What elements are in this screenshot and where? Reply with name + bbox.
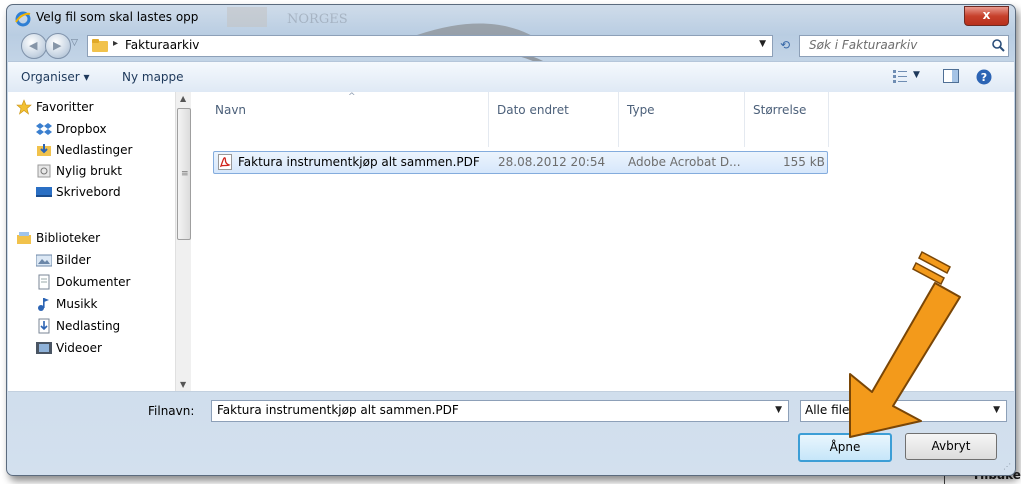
command-bar: Organiser ▾ Ny mappe ▼ ?	[8, 61, 1014, 93]
help-icon[interactable]: ?	[976, 69, 992, 85]
nav-item-nedlastinger[interactable]: Nedlastinger	[37, 140, 133, 160]
view-dropdown-icon[interactable]: ▼	[913, 70, 920, 80]
filename-dropdown-icon[interactable]: ▼	[775, 405, 782, 415]
history-dropdown-icon[interactable]: ▽	[71, 38, 78, 48]
file-row[interactable]: Faktura instrumentkjøp alt sammen.PDF 28…	[213, 151, 828, 174]
column-header-type[interactable]: Type	[627, 92, 655, 124]
open-button[interactable]: Åpne	[798, 433, 892, 462]
pictures-icon	[36, 254, 52, 267]
scroll-down-arrow-icon[interactable]: ▼	[180, 380, 186, 389]
breadcrumb-chevron-icon[interactable]: ▸	[113, 38, 118, 49]
refresh-button[interactable]: ⟲	[775, 35, 795, 55]
file-type-dropdown-icon[interactable]: ▼	[993, 405, 1000, 415]
scroll-up-arrow-icon[interactable]: ▲	[180, 94, 186, 103]
nav-favorites-label: Favoritter	[36, 100, 94, 114]
nav-libraries-label: Biblioteker	[36, 231, 101, 245]
filename-value[interactable]: Faktura instrumentkjøp alt sammen.PDF	[217, 403, 459, 417]
music-icon	[38, 298, 49, 311]
breadcrumb-current-folder[interactable]: Fakturaarkiv	[125, 38, 199, 52]
content-area: Favoritter Dropbox Nedlastinger Nylig br…	[8, 92, 1014, 392]
dialog-title: Velg fil som skal lastes opp	[36, 10, 199, 24]
organize-menu[interactable]: Organiser ▾	[21, 70, 89, 84]
svg-text:?: ?	[981, 71, 987, 84]
recent-places-icon	[37, 164, 51, 178]
nav-item-musikk[interactable]: Musikk	[38, 294, 98, 314]
nav-item-label: Skrivebord	[56, 185, 121, 199]
column-header-size[interactable]: Størrelse	[753, 92, 806, 124]
search-icon[interactable]	[990, 37, 1006, 53]
nav-item-bilder[interactable]: Bilder	[36, 250, 91, 270]
column-header-date[interactable]: Dato endret	[497, 92, 569, 124]
nav-item-label: Videoer	[56, 341, 102, 355]
documents-icon	[38, 274, 50, 290]
nav-item-label: Bilder	[56, 253, 91, 267]
sort-ascending-icon: ^	[348, 92, 356, 102]
file-type-filter[interactable]: Alle filer (* ▼	[800, 400, 1007, 422]
filename-input[interactable]: Faktura instrumentkjøp alt sammen.PDF ▼	[211, 400, 789, 422]
nav-item-dokumenter[interactable]: Dokumenter	[38, 272, 131, 292]
internet-explorer-icon	[15, 11, 31, 27]
file-modified: 28.08.2012 20:54	[498, 155, 606, 169]
file-name: Faktura instrumentkjøp alt sammen.PDF	[238, 155, 480, 169]
scrollbar-thumb[interactable]: ≡	[177, 108, 191, 240]
file-size: 155 kB	[783, 155, 825, 169]
folder-icon	[92, 39, 108, 52]
file-open-dialog: NORGES Velg fil som skal lastes opp x ◀ …	[6, 4, 1016, 476]
desktop-icon	[36, 187, 52, 197]
back-button[interactable]: ◀	[21, 33, 47, 59]
column-header-name[interactable]: Navn	[215, 92, 246, 124]
nav-item-label: Musikk	[56, 297, 98, 311]
libraries-icon	[17, 232, 31, 244]
dialog-footer: Filnavn: Faktura instrumentkjøp alt samm…	[7, 393, 1015, 475]
nav-item-dropbox[interactable]: Dropbox	[36, 119, 107, 139]
dropbox-icon	[36, 123, 52, 135]
file-type: Adobe Acrobat D...	[628, 155, 741, 169]
file-type-filter-value[interactable]: Alle filer (*	[805, 403, 869, 417]
close-button[interactable]: x	[964, 6, 1009, 26]
address-bar[interactable]: ▸ Fakturaarkiv ▼	[87, 35, 773, 57]
nav-libraries[interactable]: Biblioteker	[17, 228, 101, 248]
filename-label: Filnavn:	[148, 404, 195, 418]
nav-item-label: Nylig brukt	[56, 164, 122, 178]
nav-item-label: Nedlastinger	[56, 143, 133, 157]
nav-item-label: Nedlasting	[56, 319, 121, 333]
nav-favorites[interactable]: Favoritter	[16, 97, 94, 117]
downloads-icon	[38, 318, 50, 334]
column-divider[interactable]	[744, 92, 745, 147]
search-box[interactable]: Søk i Fakturaarkiv	[799, 35, 1009, 57]
column-divider[interactable]	[488, 92, 489, 147]
back-arrow-icon: ◀	[29, 39, 38, 52]
nav-item-label: Dokumenter	[56, 275, 131, 289]
resize-grip-icon[interactable]: ⋰	[1003, 462, 1011, 471]
nav-item-skrivebord[interactable]: Skrivebord	[36, 182, 121, 202]
star-icon	[16, 99, 32, 115]
nav-item-nedlasting[interactable]: Nedlasting	[38, 316, 121, 336]
search-placeholder[interactable]: Søk i Fakturaarkiv	[809, 38, 917, 52]
forward-button[interactable]: ▶	[45, 33, 71, 59]
nav-item-videoer[interactable]: Videoer	[36, 338, 102, 358]
navigation-pane: Favoritter Dropbox Nedlastinger Nylig br…	[8, 92, 175, 391]
view-options-icon[interactable]	[893, 69, 909, 83]
address-dropdown-icon[interactable]: ▼	[759, 39, 766, 49]
file-list: ^ Navn Dato endret Type Størrelse Faktur…	[191, 92, 1014, 391]
new-folder-button[interactable]: Ny mappe	[122, 70, 184, 84]
videos-icon	[36, 342, 52, 354]
column-divider[interactable]	[828, 92, 829, 147]
nav-item-label: Dropbox	[56, 122, 107, 136]
refresh-icon: ⟲	[779, 38, 791, 52]
downloads-folder-icon	[37, 144, 51, 156]
navigation-scrollbar[interactable]: ▲ ≡ ▼	[175, 92, 191, 391]
nav-item-nylig-brukt[interactable]: Nylig brukt	[37, 161, 122, 181]
title-bar: Velg fil som skal lastes opp x	[7, 5, 1015, 31]
cancel-button[interactable]: Avbryt	[905, 433, 997, 460]
pdf-icon	[218, 154, 232, 170]
column-divider[interactable]	[618, 92, 619, 147]
scrollbar-grip-icon: ≡	[181, 169, 189, 179]
preview-pane-icon[interactable]	[943, 69, 959, 83]
forward-arrow-icon: ▶	[53, 39, 62, 52]
